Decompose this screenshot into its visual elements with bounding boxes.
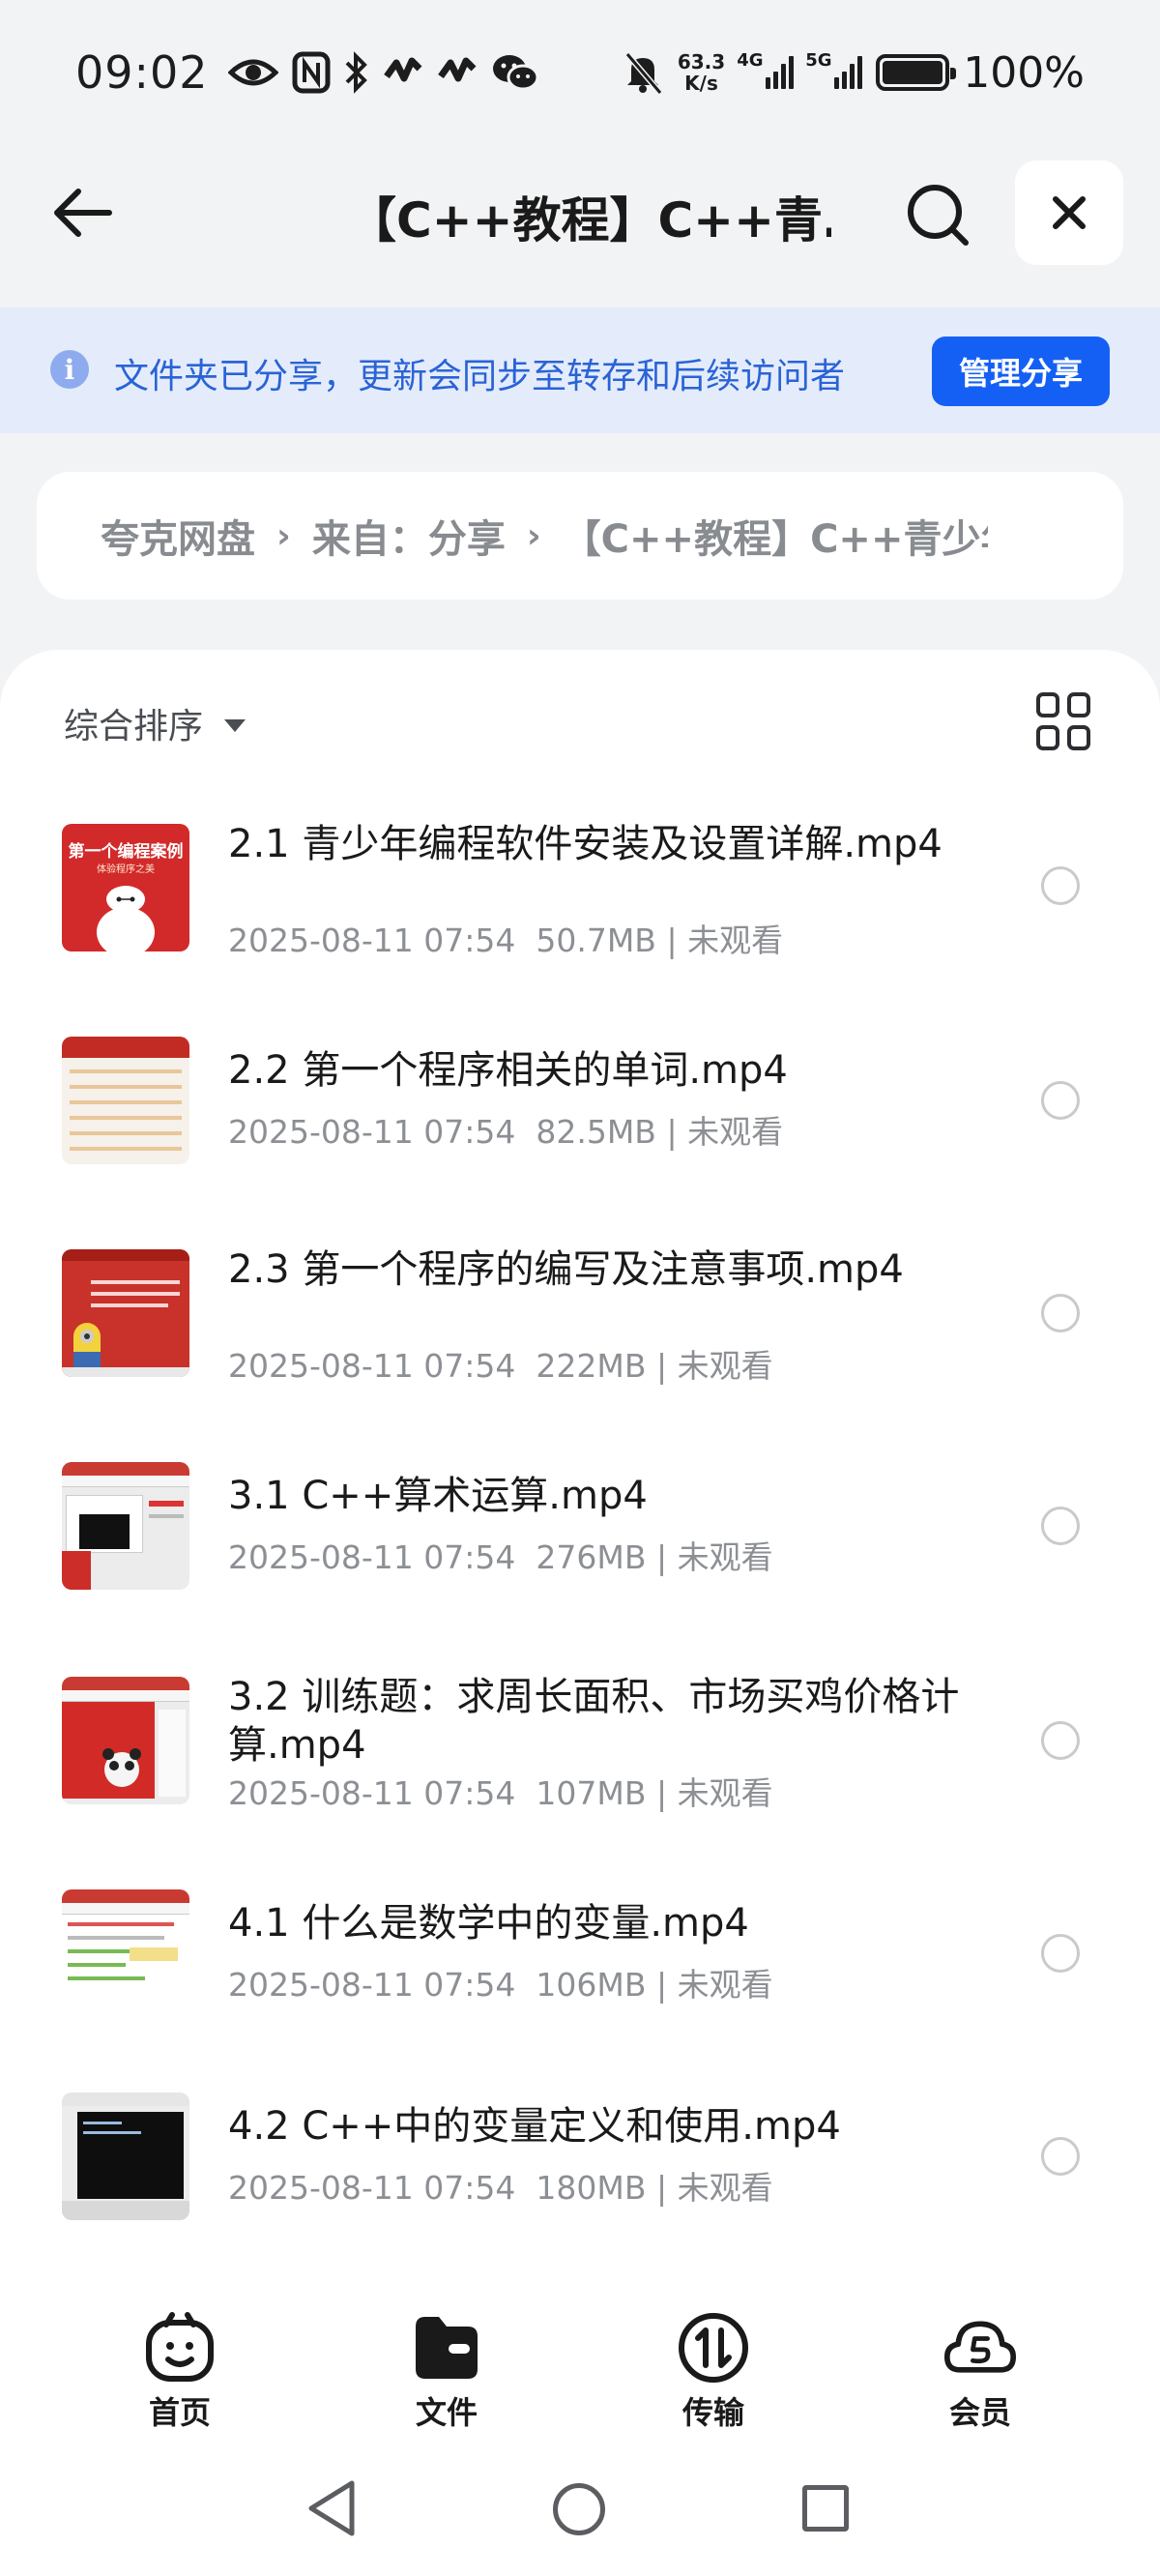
bottom-nav: 首页 文件 传输 会员 [0,2282,1160,2441]
signal-5g-icon: 5G [805,50,863,89]
file-meta: 2025-08-11 07:54 276MB | 未观看 [228,1538,773,1576]
signal-4g-icon: 4G [737,50,795,89]
video-thumbnail [62,2093,189,2220]
caret-down-icon [224,718,246,732]
nav-files[interactable]: 文件 [379,2311,514,2433]
page-title: 【C++教程】C++青… [348,192,831,249]
file-name: 3.2 训练题：求周长面积、市场买鸡价格计算.mp4 [228,1675,960,1768]
close-icon [1053,196,1086,229]
file-item[interactable]: 3.1 C++算术运算.mp4 2025-08-11 07:54 276MB |… [0,1462,1160,1646]
status-bar: 09:02 63.3 K/s 4G 5G 100% [0,0,1160,145]
smile-icon [143,2311,217,2385]
cloud-vip-icon [943,2311,1017,2385]
file-meta: 2025-08-11 07:54 222MB | 未观看 [228,1347,773,1385]
file-name: 2.3 第一个程序的编写及注意事项.mp4 [228,1247,904,1292]
file-name: 2.2 第一个程序相关的单词.mp4 [228,1048,788,1093]
video-thumbnail [62,1462,189,1590]
breadcrumb-middle[interactable]: 来自：分享 [312,508,506,564]
heartbeat-icon [383,57,422,82]
nav-label: 首页 [148,2394,211,2431]
select-radio[interactable] [1041,1294,1080,1332]
system-nav-bar [0,2441,1160,2576]
system-home-icon[interactable] [553,2483,605,2535]
battery-percent: 100% [963,47,1085,98]
sort-dropdown[interactable]: 综合排序 [64,698,246,748]
panda-illustration [102,1748,141,1787]
minion-illustration [73,1323,101,1371]
breadcrumb-current: 【C++教程】C++青少年 [562,517,988,562]
file-meta: 2025-08-11 07:54 106MB | 未观看 [228,1966,773,2004]
system-recents-icon[interactable] [802,2485,849,2532]
video-thumbnail [62,1677,189,1804]
status-system-icons: 63.3 K/s 4G 5G 100% [622,48,1085,98]
file-name: 2.1 青少年编程软件安装及设置详解.mp4 [228,822,942,866]
select-radio[interactable] [1041,866,1080,905]
grid-view-button[interactable] [1036,692,1094,750]
nav-vip[interactable]: 会员 [913,2311,1048,2433]
select-radio[interactable] [1041,2137,1080,2176]
file-item[interactable]: 4.2 C++中的变量定义和使用.mp4 2025-08-11 07:54 18… [0,2093,1160,2276]
net-speed-unit: K/s [684,72,718,95]
battery-icon [876,54,957,91]
nav-label: 传输 [682,2394,744,2431]
eye-icon [227,59,278,86]
breadcrumb-separator: › [276,515,291,556]
file-meta: 2025-08-11 07:54 180MB | 未观看 [228,2169,773,2207]
file-item[interactable]: 4.1 什么是数学中的变量.mp4 2025-08-11 07:54 106MB… [0,1889,1160,2073]
search-icon [908,185,969,246]
close-button[interactable] [1015,161,1123,265]
file-list-panel: 综合排序 第一个编程案例 体验程序之美 2.1 青少年编程软件安装及设置详解.m… [0,650,1160,2282]
search-button[interactable] [901,178,974,251]
nfc-icon [292,51,331,94]
nav-transfer[interactable]: 传输 [646,2311,781,2433]
bluetooth-icon [345,51,367,94]
signal-5g-label: 5G [805,50,832,71]
file-meta: 2025-08-11 07:54 107MB | 未观看 [228,1774,773,1812]
net-speed: 63.3 K/s [678,51,725,94]
transfer-icon [677,2311,750,2385]
status-time: 09:02 [75,46,209,99]
nav-home[interactable]: 首页 [112,2311,247,2433]
select-radio[interactable] [1041,1721,1080,1760]
manage-share-button[interactable]: 管理分享 [932,337,1110,406]
wechat-icon [492,55,539,91]
video-thumbnail [62,1037,189,1164]
share-banner-text: 文件夹已分享，更新会同步至转存和后续访问者 [114,357,846,396]
file-name: 4.1 什么是数学中的变量.mp4 [228,1901,749,1946]
arrow-left-icon [54,189,112,237]
file-meta: 2025-08-11 07:54 50.7MB | 未观看 [228,922,784,959]
heartbeat-icon [437,57,477,82]
nav-label: 文件 [415,2394,478,2431]
file-meta: 2025-08-11 07:54 82.5MB | 未观看 [228,1113,784,1151]
signal-4g-label: 4G [737,50,764,71]
file-name: 3.1 C++算术运算.mp4 [228,1474,648,1518]
system-back-icon[interactable] [304,2477,362,2539]
video-thumbnail: 第一个编程案例 体验程序之美 [62,824,189,951]
share-banner: i 文件夹已分享，更新会同步至转存和后续访问者 管理分享 [0,307,1160,433]
select-radio[interactable] [1041,1934,1080,1973]
folder-icon [410,2311,483,2385]
info-icon: i [50,350,89,389]
file-item[interactable]: 第一个编程案例 体验程序之美 2.1 青少年编程软件安装及设置详解.mp4 20… [0,822,1160,1008]
breadcrumb: 夸克网盘 › 来自：分享 › 【C++教程】C++青少年 [37,472,1123,600]
back-button[interactable] [48,182,116,244]
file-item[interactable]: 3.2 训练题：求周长面积、市场买鸡价格计算.mp4 2025-08-11 07… [0,1675,1160,1860]
status-notification-icons [227,51,539,94]
video-thumbnail [62,1249,189,1377]
breadcrumb-separator: › [526,515,541,556]
select-radio[interactable] [1041,1507,1080,1545]
select-radio[interactable] [1041,1081,1080,1120]
file-name: 4.2 C++中的变量定义和使用.mp4 [228,2104,841,2149]
sort-label: 综合排序 [64,707,204,746]
robot-illustration [97,886,155,951]
nav-label: 会员 [948,2394,1011,2431]
breadcrumb-root[interactable]: 夸克网盘 [101,508,255,564]
net-speed-value: 63.3 [677,50,726,73]
file-item[interactable]: 2.2 第一个程序相关的单词.mp4 2025-08-11 07:54 82.5… [0,1037,1160,1220]
file-item[interactable]: 2.3 第一个程序的编写及注意事项.mp4 2025-08-11 07:54 2… [0,1247,1160,1433]
video-thumbnail [62,1889,189,2017]
bell-muted-icon [624,52,663,95]
header: 【C++教程】C++青… [0,155,1160,271]
